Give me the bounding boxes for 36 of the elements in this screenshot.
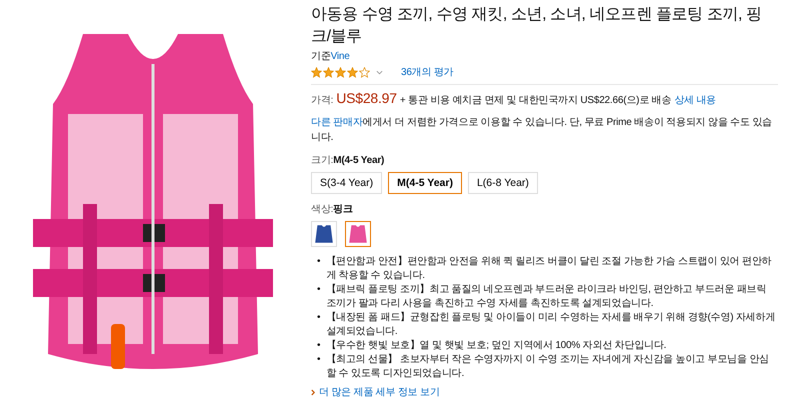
byline-label: 기준 xyxy=(311,51,331,62)
ratings-link[interactable]: 36개의 평가 xyxy=(401,65,454,79)
bullet-marker: • xyxy=(317,311,320,325)
other-sellers-text: 다른 판매자에게서 더 저렴한 가격으로 이용할 수 있습니다. 단, 무료 Prime 배송이 적용되지 않을 수도 있습니다. xyxy=(311,116,773,145)
price-amount: US$28.97 xyxy=(336,90,397,106)
bullet-marker: • xyxy=(317,353,320,367)
more-details-link[interactable]: 더 많은 제품 세부 정보 보기 xyxy=(319,385,440,399)
color-swatch[interactable] xyxy=(345,221,371,247)
star-icon xyxy=(311,66,322,78)
star-icon xyxy=(347,66,358,78)
details-link[interactable]: 상세 내용 xyxy=(674,95,716,106)
price-label: 가격: xyxy=(311,95,334,106)
feature-bullet: 【내장된 폼 패드】균형잡힌 플로팅 및 아이들이 미리 수영하는 자세를 배우기 위해 경향(수영) 자세하게 설계되었습니다. xyxy=(326,311,776,339)
other-sellers-link[interactable]: 다른 판매자 xyxy=(311,117,363,128)
feature-bullet: 【편안함과 안전】편안함과 안전을 위해 퀵 릴리즈 버클이 달린 조절 가능한 가슴 스트랩이 있어 편안하게 착용할 수 있습니다. xyxy=(326,255,772,283)
size-label: 크기: xyxy=(311,155,334,166)
star-icon xyxy=(359,66,370,78)
star-icon xyxy=(323,66,334,78)
feature-bullet: 【패브릭 플로팅 조끼】최고 품질의 네오프렌과 부드러운 라이크라 바인딩, 편안하고 부드러운 패브릭 조끼가 팔과 다리 사용을 촉진하고 수영 자세를 촉진하도록 설계되었습니다. xyxy=(326,283,768,311)
size-option[interactable]: L(6-8 Year) xyxy=(468,172,538,194)
star-icon xyxy=(335,66,346,78)
color-value: 핑크 xyxy=(333,204,353,215)
product-title: 아동용 수영 조끼, 수영 재킷, 소년, 소녀, 네오프렌 플로팅 조끼, 핑크/블루 xyxy=(311,5,763,47)
bullet-marker: • xyxy=(317,339,320,353)
size-value: M(4-5 Year) xyxy=(333,155,384,166)
brand-link[interactable]: Vine xyxy=(330,51,350,62)
chevron-down-icon[interactable] xyxy=(376,70,383,74)
color-label: 색상: xyxy=(311,204,334,215)
shipping-text: + 통관 비용 예치금 면제 및 대한민국까지 US$22.66(으)로 배송 xyxy=(400,95,672,106)
feature-bullet: 【우수한 햇빛 보호】열 및 햇빛 보호; 덮인 지역에서 100% 자외선 차단입니다. xyxy=(326,339,668,353)
bullet-marker: • xyxy=(317,255,320,269)
bullet-marker: • xyxy=(317,283,320,297)
size-option[interactable]: S(3-4 Year) xyxy=(311,172,382,194)
size-option[interactable]: M(4-5 Year) xyxy=(388,172,462,194)
chevron-right-icon xyxy=(311,388,315,396)
feature-bullet: 【최고의 선물】 초보자부터 작은 수영자까지 이 수영 조끼는 자녀에게 자신감을 높이고 부모님을 안심할 수 있도록 디자인되었습니다. xyxy=(326,353,770,381)
